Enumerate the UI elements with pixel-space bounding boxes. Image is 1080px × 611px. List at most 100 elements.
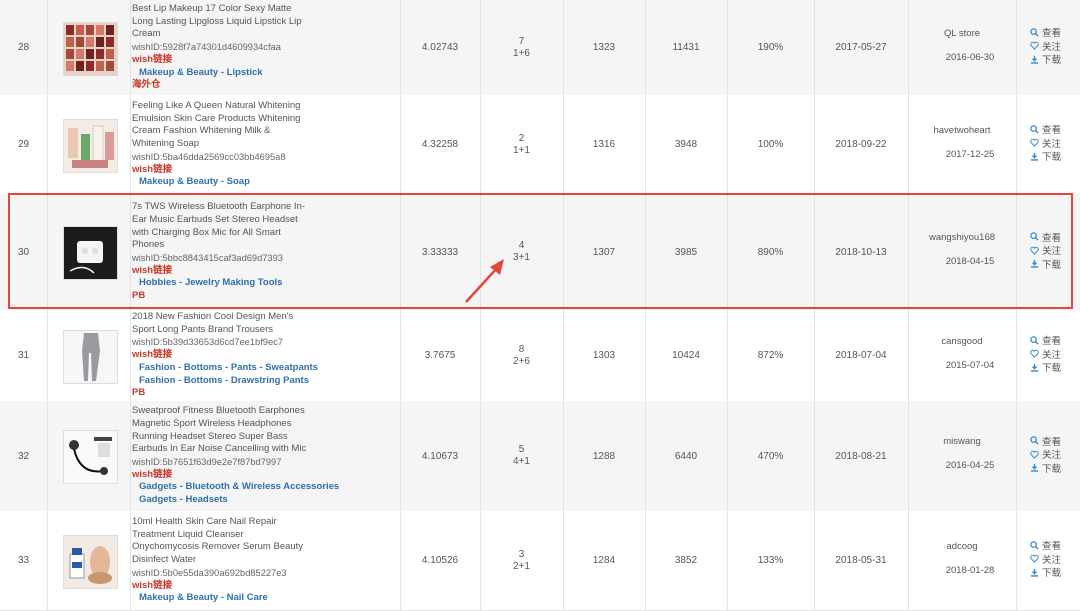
product-title-line[interactable]: Running Headset Stereo Super Bass [132,431,392,444]
sport-earphones-image[interactable] [63,430,118,484]
wish-id: wishID:5b7651f63d9e2e7f87bd7997 [132,457,282,467]
lipstick-swatch-image[interactable] [63,21,118,76]
store-name[interactable]: miswang [908,436,1016,447]
product-title-line[interactable]: Treatment Liquid Cleanser [132,529,392,542]
download-button[interactable]: 下载 [1030,259,1080,273]
product-title-line[interactable]: Cream [132,28,392,41]
product-title-line[interactable]: Emulsion Skin Care Products Whitening [132,113,392,126]
follow-button[interactable]: 关注 [1030,246,1080,260]
skincare-products-image[interactable] [63,118,118,173]
follow-button[interactable]: 关注 [1030,41,1080,55]
wish-link[interactable]: wish链接 [132,349,392,362]
category-link[interactable]: Headsets [185,494,227,505]
view-button[interactable]: 查看 [1030,335,1080,350]
wish-link[interactable]: wish链接 [132,164,392,177]
follow-button-label: 关注 [1042,246,1062,257]
product-title-line[interactable]: Long Lasting Lipgloss Liquid Lipstick Li… [132,16,392,29]
store-name[interactable]: adcoog [908,541,1016,552]
view-button[interactable]: 查看 [1030,124,1080,139]
download-button[interactable]: 下载 [1030,152,1080,166]
category-link[interactable]: Gadgets [139,494,177,505]
category-link[interactable]: Bottoms [184,362,223,373]
category-link[interactable]: Fashion [139,362,175,373]
category-link[interactable]: Drawstring Pants [231,375,309,386]
cell-growth: 133% [727,511,814,610]
view-button[interactable]: 查看 [1030,27,1080,42]
store-name[interactable]: cansgood [908,336,1016,347]
download-button[interactable]: 下载 [1030,363,1080,377]
cell-date: 2018-07-04 [814,310,908,401]
category-link[interactable]: Soap [227,176,250,187]
wish-link[interactable]: wish链接 [132,54,392,67]
date-value: 2017-05-27 [835,42,887,53]
wish-link[interactable]: wish链接 [132,265,392,278]
table-row: 32 4.10673 5 4+1 1288 6440 470% 2018-08-21 Sweat… [0,401,1080,512]
category-link[interactable]: Lipstick [227,67,263,78]
follow-button[interactable]: 关注 [1030,450,1080,464]
product-title-line[interactable]: Disinfect Water [132,554,392,567]
follow-button[interactable]: 关注 [1030,554,1080,568]
warehouse-tag: 海外仓 [132,79,161,91]
nail-serum-image[interactable] [63,534,118,589]
download-button[interactable]: 下载 [1030,463,1080,477]
category-link[interactable]: Jewelry Making Tools [185,277,283,288]
date-value: 2018-07-04 [835,350,887,361]
product-title-line[interactable]: Sport Long Pants Brand Trousers [132,324,392,337]
product-title-line[interactable]: Phones [132,239,392,252]
product-title-line[interactable]: 7s TWS Wireless Bluetooth Earphone In- [132,201,392,214]
category-separator: - [218,66,227,78]
store-info: miswang 2016-04-25 [908,436,1016,471]
category-link[interactable]: Makeup & Beauty [139,592,218,603]
category-link[interactable]: Sweatpants [265,362,318,373]
heart-icon [1030,41,1039,55]
product-title-line[interactable]: Onychomycosis Remover Serum Beauty [132,541,392,554]
category-link[interactable]: Nail Care [227,592,268,603]
product-title-line[interactable]: Sweatproof Fitness Bluetooth Earphones [132,405,392,418]
follow-button[interactable]: 关注 [1030,349,1080,363]
download-button-label: 下载 [1042,568,1062,579]
category-link[interactable]: Bottoms [184,375,223,386]
sport-pants-image[interactable] [63,329,118,384]
category-link[interactable]: Makeup & Beauty [139,67,218,78]
cell-col5: 6440 [645,401,727,511]
store-name[interactable]: wangshiyou168 [908,232,1016,243]
category-link[interactable]: Hobbies [139,277,176,288]
category-link[interactable]: Pants [231,362,257,373]
earbuds-box-image[interactable] [63,226,118,280]
category-separator: - [175,374,184,386]
column-divider [130,0,131,95]
store-open-date: 2018-04-15 [945,256,995,267]
download-icon [1030,259,1039,273]
sales-value: 1307 [592,246,616,258]
category-link[interactable]: Gadgets [139,481,177,492]
product-title-line[interactable]: Feeling Like A Queen Natural Whitening [132,100,392,113]
product-title-line[interactable]: Whitening Soap [132,138,392,151]
product-title-line[interactable]: Cream Fashion Whitening Milk & [132,125,392,138]
wish-id: wishID:5b0e55da390a692bd85227e3 [132,567,287,578]
view-button[interactable]: 查看 [1030,232,1080,246]
wish-id: wishID:5b39d33653d6cd7ee1bf9ec7 [132,337,283,348]
download-button[interactable]: 下载 [1030,568,1080,582]
view-button[interactable]: 查看 [1030,540,1080,555]
wish-link[interactable]: wish链接 [132,469,392,482]
store-open-date: 2017-12-25 [945,148,995,160]
category-link[interactable]: Makeup & Beauty [139,176,218,187]
category-link[interactable]: Bluetooth & Wireless Accessories [185,481,339,492]
product-title-line[interactable]: Earbuds In Ear Noise Cancelling with Mic [132,443,392,456]
table-row: 30 3.33333 4 3+1 1307 3985 890% 2018-10-13 7s TW… [0,194,1080,311]
product-title-line[interactable]: Ear Music Earbuds Set Stereo Headset [132,214,392,227]
store-name[interactable]: havetwoheart [908,125,1016,136]
cell-rank: 32 [0,401,47,511]
download-button[interactable]: 下载 [1030,55,1080,69]
follow-button[interactable]: 关注 [1030,138,1080,152]
category-link[interactable]: Fashion [139,375,175,386]
product-title-line[interactable]: with Charging Box Mic for All Smart [132,227,392,240]
product-title-line[interactable]: Magnetic Sport Wireless Headphones [132,418,392,431]
product-title-line[interactable]: 2018 New Fashion Cool Design Men's [132,311,392,324]
wish-link[interactable]: wish链接 [132,580,392,593]
view-button[interactable]: 查看 [1030,436,1080,450]
product-title-line[interactable]: Best Lip Makeup 17 Color Sexy Matte [132,3,392,16]
store-name[interactable]: QL store [908,28,1016,39]
cell-growth: 190% [727,0,814,95]
product-title-line[interactable]: 10ml Health Skin Care Nail Repair [132,516,392,529]
